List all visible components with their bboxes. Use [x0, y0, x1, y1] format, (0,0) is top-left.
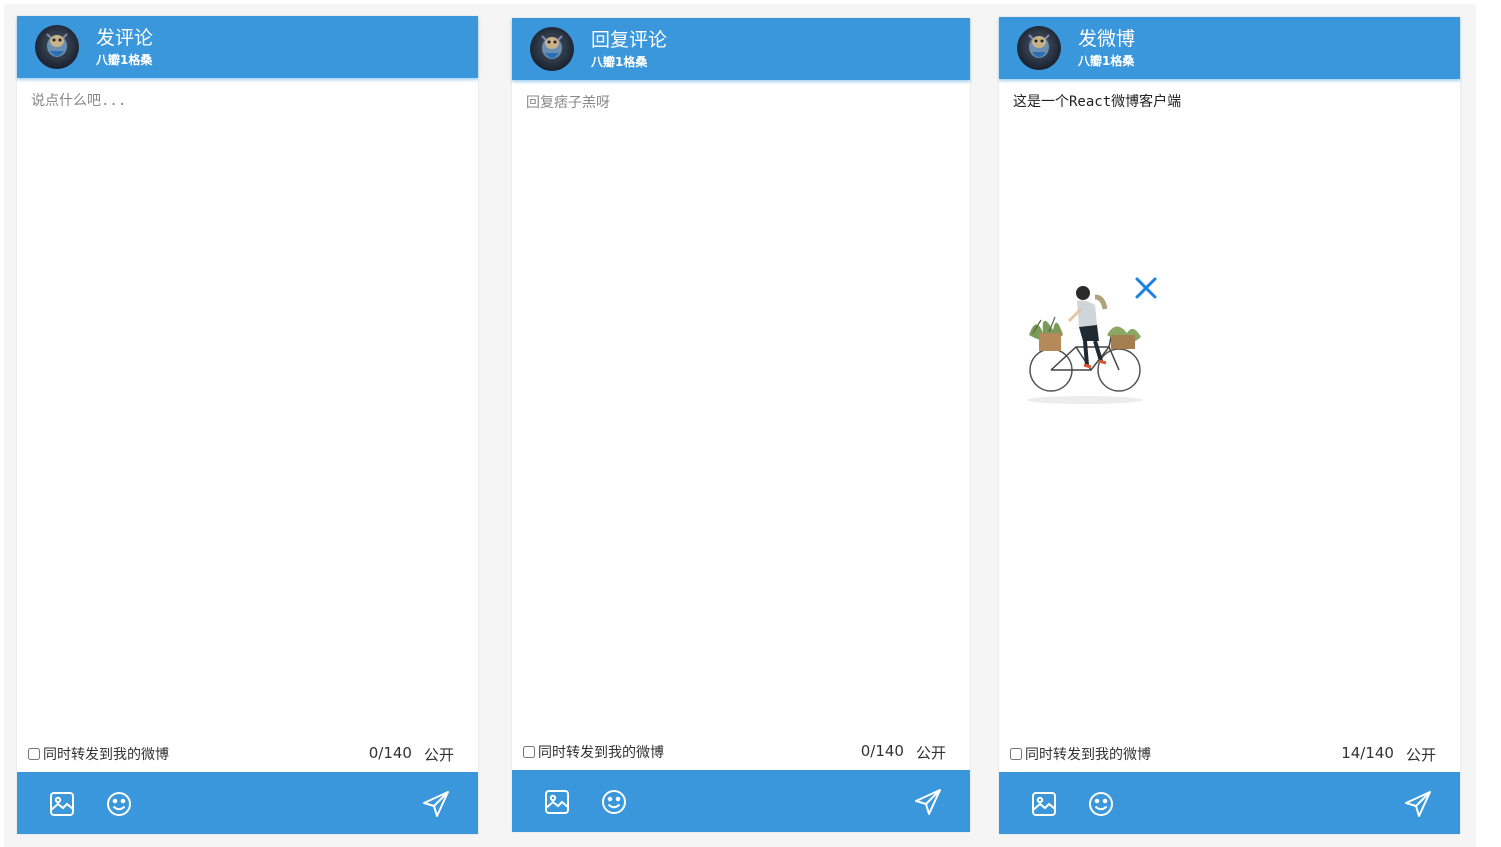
panel-title: 发微博	[1078, 28, 1136, 50]
panel-title: 发评论	[96, 27, 154, 49]
repost-checkbox[interactable]	[1010, 748, 1022, 760]
username: 八瓣1格桑	[1078, 54, 1135, 68]
visibility-selector[interactable]: 公开	[1406, 744, 1436, 765]
repost-checkbox[interactable]	[28, 748, 40, 760]
meta-info: 0/140 公开	[369, 744, 454, 765]
meta-info: 0/140 公开	[861, 742, 946, 763]
options-row: 同时转发到我的微博 0/140 公开	[512, 736, 970, 766]
attached-image	[1011, 275, 1157, 405]
smiley-icon[interactable]	[105, 790, 133, 818]
weibo-input[interactable]	[999, 79, 1460, 734]
panel-header: 发微博 八瓣1格桑	[999, 17, 1460, 79]
paper-plane-icon[interactable]	[422, 790, 450, 818]
compose-comment-panel: 发评论 八瓣1格桑 同时转发到我的微博 0/140 公开	[17, 16, 478, 834]
smiley-icon[interactable]	[1087, 790, 1115, 818]
reply-comment-panel: 回复评论 八瓣1格桑 同时转发到我的微博 0/140 公开	[512, 18, 970, 832]
image-icon[interactable]	[1030, 790, 1058, 818]
char-count: 0/140	[368, 744, 412, 762]
username: 八瓣1格桑	[591, 55, 648, 69]
close-icon[interactable]	[1133, 275, 1159, 301]
repost-option[interactable]: 同时转发到我的微博	[523, 742, 664, 762]
avatar[interactable]	[1017, 26, 1061, 70]
repost-label: 同时转发到我的微博	[1025, 747, 1151, 763]
char-count: 14/140	[1341, 744, 1394, 762]
panel-footer	[999, 772, 1460, 834]
options-row: 同时转发到我的微博 14/140 公开	[999, 738, 1460, 768]
repost-label: 同时转发到我的微博	[538, 745, 664, 761]
repost-option[interactable]: 同时转发到我的微博	[28, 744, 169, 764]
username: 八瓣1格桑	[96, 53, 153, 67]
smiley-icon[interactable]	[600, 788, 628, 816]
options-row: 同时转发到我的微博 0/140 公开	[17, 738, 478, 768]
visibility-selector[interactable]: 公开	[916, 742, 946, 763]
avatar[interactable]	[530, 27, 574, 71]
repost-label: 同时转发到我的微博	[43, 747, 169, 763]
reply-input[interactable]	[512, 80, 970, 732]
repost-checkbox[interactable]	[523, 746, 535, 758]
panel-title: 回复评论	[591, 29, 668, 51]
panel-footer	[17, 772, 478, 834]
image-icon[interactable]	[48, 790, 76, 818]
repost-option[interactable]: 同时转发到我的微博	[1010, 744, 1151, 764]
paper-plane-icon[interactable]	[914, 788, 942, 816]
paper-plane-icon[interactable]	[1404, 790, 1432, 818]
char-count: 0/140	[860, 742, 904, 760]
meta-info: 14/140 公开	[1341, 744, 1436, 765]
panel-header: 发评论 八瓣1格桑	[17, 16, 478, 78]
avatar[interactable]	[35, 25, 79, 69]
panel-footer	[512, 770, 970, 832]
visibility-selector[interactable]: 公开	[424, 744, 454, 765]
panel-header: 回复评论 八瓣1格桑	[512, 18, 970, 80]
compose-weibo-panel: 发微博 八瓣1格桑 这是一个React微博客户端 同时转发到我的微博 14/14…	[999, 17, 1460, 834]
image-icon[interactable]	[543, 788, 571, 816]
comment-input[interactable]	[17, 78, 478, 734]
